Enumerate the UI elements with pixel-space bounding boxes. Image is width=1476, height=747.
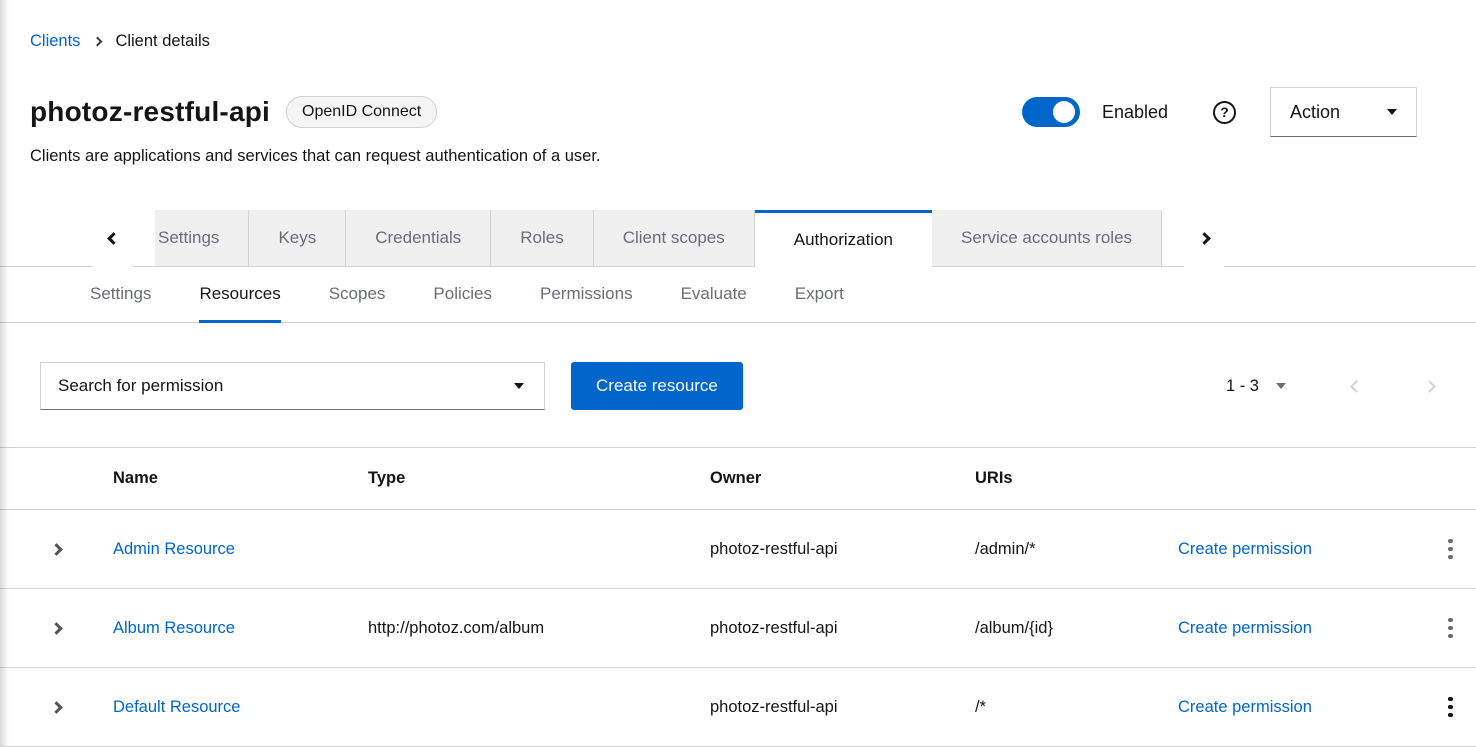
help-icon[interactable] xyxy=(1213,101,1236,124)
tab-authorization[interactable]: Authorization xyxy=(755,210,932,267)
subtab-settings[interactable]: Settings xyxy=(90,267,151,323)
row-expand-button[interactable] xyxy=(46,618,67,639)
column-header-owner: Owner xyxy=(710,469,975,488)
kebab-vertical-icon[interactable] xyxy=(1438,612,1463,645)
authorization-subtabs: Settings Resources Scopes Policies Permi… xyxy=(0,267,1476,323)
create-permission-link[interactable]: Create permission xyxy=(1178,540,1312,558)
pagination-range-dropdown[interactable]: 1 - 3 xyxy=(1226,377,1286,396)
table-header-row: Name Type Owner URIs xyxy=(0,448,1476,510)
breadcrumb-link-clients[interactable]: Clients xyxy=(30,32,80,51)
resource-owner: photoz-restful-api xyxy=(710,698,975,717)
tabs-scroll-left-button[interactable] xyxy=(93,210,133,267)
resource-uris: /admin/* xyxy=(975,540,1178,559)
header-controls: Enabled Action xyxy=(1022,87,1417,137)
tab-roles[interactable]: Roles xyxy=(491,210,593,266)
subtab-scopes[interactable]: Scopes xyxy=(329,267,386,323)
pagination-nav xyxy=(1348,375,1438,398)
subtab-evaluate[interactable]: Evaluate xyxy=(681,267,747,323)
resource-uris: /album/{id} xyxy=(975,619,1178,638)
pagination-range: 1 - 3 xyxy=(1226,377,1259,396)
action-dropdown[interactable]: Action xyxy=(1270,87,1417,137)
tab-client-scopes[interactable]: Client scopes xyxy=(594,210,755,266)
resources-toolbar: Search for permission Create resource 1 … xyxy=(0,323,1476,410)
table-row: Default Resource photoz-restful-api /* C… xyxy=(0,668,1476,747)
enabled-label: Enabled xyxy=(1102,102,1168,123)
resource-name-link[interactable]: Default Resource xyxy=(113,698,240,716)
toggle-knob-icon xyxy=(1053,101,1075,123)
resources-table: Name Type Owner URIs Admin Resource phot… xyxy=(0,447,1476,747)
chevron-right-icon xyxy=(50,701,63,714)
search-permission-value: Search for permission xyxy=(58,376,223,396)
chevron-left-icon xyxy=(107,232,120,245)
subtab-resources[interactable]: Resources xyxy=(199,267,280,323)
client-tabs: Settings Keys Credentials Roles Client s… xyxy=(0,210,1476,267)
create-permission-link[interactable]: Create permission xyxy=(1178,698,1312,716)
caret-down-icon xyxy=(514,383,524,389)
tabs-scroll-right-button[interactable] xyxy=(1184,210,1224,267)
pagination-next-button[interactable] xyxy=(1421,375,1438,398)
kebab-vertical-icon[interactable] xyxy=(1438,691,1463,724)
chevron-right-icon xyxy=(50,622,63,635)
page-title: photoz-restful-api xyxy=(30,96,270,128)
resource-name-link[interactable]: Album Resource xyxy=(113,619,235,637)
table-row: Admin Resource photoz-restful-api /admin… xyxy=(0,510,1476,589)
create-resource-button[interactable]: Create resource xyxy=(571,362,743,410)
column-header-type: Type xyxy=(368,469,710,488)
column-header-uris: URIs xyxy=(975,469,1178,488)
table-row: Album Resource http://photoz.com/album p… xyxy=(0,589,1476,668)
page-header: photoz-restful-api OpenID Connect Enable… xyxy=(30,87,1417,137)
tabs-scroll-area: Settings Keys Credentials Roles Client s… xyxy=(155,210,1162,267)
breadcrumb: Clients Client details xyxy=(0,0,1476,51)
tab-service-accounts-roles[interactable]: Service accounts roles xyxy=(932,210,1162,266)
resource-owner: photoz-restful-api xyxy=(710,619,975,638)
chevron-right-icon xyxy=(50,543,63,556)
resource-uris: /* xyxy=(975,698,1178,717)
tab-credentials[interactable]: Credentials xyxy=(346,210,491,266)
subtab-policies[interactable]: Policies xyxy=(433,267,492,323)
column-header-name: Name xyxy=(113,469,368,488)
action-dropdown-label: Action xyxy=(1290,102,1340,123)
search-permission-select[interactable]: Search for permission xyxy=(40,362,545,410)
tab-keys[interactable]: Keys xyxy=(249,210,346,266)
enabled-toggle[interactable] xyxy=(1022,97,1080,127)
resource-type: http://photoz.com/album xyxy=(368,619,710,638)
tab-settings[interactable]: Settings xyxy=(155,210,249,266)
row-expand-button[interactable] xyxy=(46,539,67,560)
chevron-right-icon xyxy=(1423,380,1436,393)
subtab-export[interactable]: Export xyxy=(795,267,844,323)
caret-down-icon xyxy=(1276,383,1286,389)
pagination-prev-button[interactable] xyxy=(1348,375,1365,398)
subtab-permissions[interactable]: Permissions xyxy=(540,267,633,323)
protocol-badge: OpenID Connect xyxy=(286,96,437,128)
breadcrumb-current: Client details xyxy=(115,32,209,51)
caret-down-icon xyxy=(1387,109,1397,115)
resource-name-link[interactable]: Admin Resource xyxy=(113,540,235,558)
create-permission-link[interactable]: Create permission xyxy=(1178,619,1312,637)
chevron-right-icon xyxy=(1198,232,1211,245)
row-expand-button[interactable] xyxy=(46,697,67,718)
resource-owner: photoz-restful-api xyxy=(710,540,975,559)
page-description: Clients are applications and services th… xyxy=(30,147,1446,166)
chevron-right-icon xyxy=(94,38,101,45)
pagination: 1 - 3 xyxy=(1226,375,1438,398)
chevron-left-icon xyxy=(1350,380,1363,393)
kebab-vertical-icon[interactable] xyxy=(1438,533,1463,566)
